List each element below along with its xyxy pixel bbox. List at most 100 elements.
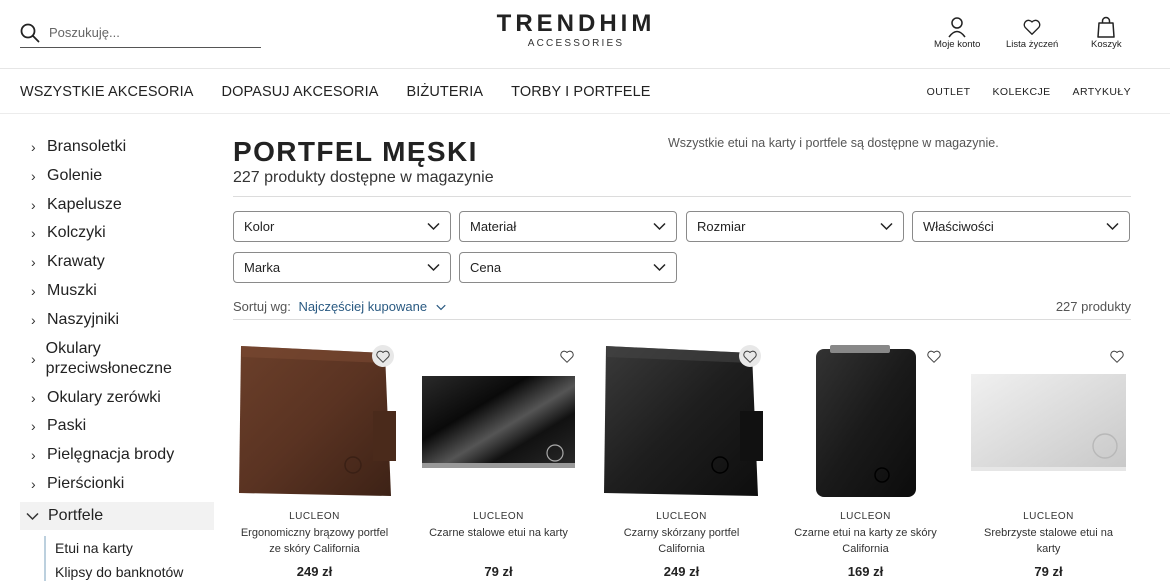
sidebar-item-label: Pielęgnacja brody xyxy=(47,446,175,464)
wishlist-heart-button[interactable] xyxy=(923,345,945,367)
sidebar-item-beard-care[interactable]: › Pielęgnacja brody xyxy=(20,442,214,471)
product-brand: LUCLEON xyxy=(473,511,524,522)
search-input[interactable] xyxy=(49,25,239,40)
filter-properties[interactable]: Właściwości xyxy=(912,211,1130,242)
product-price: 249 zł xyxy=(296,564,333,579)
sidebar-item-belts[interactable]: › Paski xyxy=(20,413,214,442)
sidebar-item-label: Naszyjniki xyxy=(47,310,120,328)
wishlist-heart-button[interactable] xyxy=(372,345,394,367)
product-name[interactable]: Srebrzyste stalowe etui na karty xyxy=(967,526,1130,557)
heart-icon xyxy=(560,350,574,363)
filter-size[interactable]: Rozmiar xyxy=(686,211,904,242)
chevron-right-icon: › xyxy=(31,475,36,492)
bag-icon xyxy=(1097,16,1116,38)
product-card[interactable]: LUCLEON Czarne stalowe etui na karty 79 … xyxy=(417,341,580,579)
sidebar-item-glasses[interactable]: › Okulary zerówki xyxy=(20,385,214,414)
nav-bags-wallets[interactable]: TORBY I PORTFELE xyxy=(511,84,650,100)
filter-color[interactable]: Kolor xyxy=(233,211,451,242)
filter-price[interactable]: Cena xyxy=(459,252,677,283)
chevron-right-icon: › xyxy=(31,311,36,328)
divider xyxy=(233,319,1131,320)
sidebar-item-label: Portfele xyxy=(48,506,104,524)
filter-label: Materiał xyxy=(470,219,517,234)
sidebar-item-label: Okulary przeciwsłoneczne xyxy=(45,339,172,377)
nav-all-accessories[interactable]: WSZYSTKIE AKCESORIA xyxy=(20,84,194,100)
sidebar-item-rings[interactable]: › Pierścionki xyxy=(20,471,214,500)
wishlist-heart-button[interactable] xyxy=(739,345,761,367)
search-icon[interactable] xyxy=(20,23,40,43)
filter-label: Rozmiar xyxy=(697,219,746,234)
sort-dropdown[interactable]: Najczęściej kupowane xyxy=(298,299,446,314)
product-image-silver-card-holder[interactable] xyxy=(967,341,1130,501)
chevron-right-icon: › xyxy=(31,418,36,435)
site-logo[interactable]: TRENDHIM ACCESSORIES xyxy=(486,10,666,50)
chevron-down-icon xyxy=(427,263,440,272)
category-sidebar: › Bransoletki › Golenie › Kapelusze › Kolczy… xyxy=(20,134,214,581)
sidebar-subitem-money-clips[interactable]: Klipsy do banknotów xyxy=(55,560,214,581)
sidebar-item-ties[interactable]: › Krawaty xyxy=(20,249,214,278)
product-price: 79 zł xyxy=(484,564,513,579)
sidebar-item-label: Kolczyki xyxy=(47,224,106,242)
sidebar-item-bow-ties[interactable]: › Muszki xyxy=(20,278,214,307)
wishlist-button[interactable]: Lista życzeń xyxy=(1006,16,1058,50)
product-name[interactable]: Ergonomiczny brązowy portfel ze skóry Ca… xyxy=(233,526,396,557)
sidebar-item-label: Okulary zerówki xyxy=(47,388,161,406)
filter-material[interactable]: Materiał xyxy=(459,211,677,242)
sidebar-item-label: Bransoletki xyxy=(47,138,127,155)
nav-match-accessories[interactable]: DOPASUJ AKCESORIA xyxy=(222,84,379,100)
divider xyxy=(233,196,1131,197)
nav-outlet[interactable]: OUTLET xyxy=(927,86,971,98)
filter-label: Marka xyxy=(244,260,281,275)
sort-value: Najczęściej kupowane xyxy=(298,299,428,314)
product-name[interactable]: Czarny skórzany portfel California xyxy=(600,526,763,557)
sidebar-item-necklaces[interactable]: › Naszyjniki xyxy=(20,307,214,336)
chevron-right-icon: › xyxy=(31,447,36,464)
product-price: 249 zł xyxy=(663,564,700,579)
product-image-brown-wallet[interactable] xyxy=(233,341,396,501)
account-button[interactable]: Moje konto xyxy=(934,16,980,50)
chevron-right-icon: › xyxy=(31,389,36,406)
product-name[interactable]: Czarne stalowe etui na karty xyxy=(417,526,580,557)
heart-icon xyxy=(376,350,390,363)
product-card[interactable]: LUCLEON Czarne etui na karty ze skóry Ca… xyxy=(784,341,947,579)
product-image-black-wallet[interactable] xyxy=(600,341,763,501)
product-card[interactable]: LUCLEON Czarny skórzany portfel Californ… xyxy=(600,341,763,579)
sidebar-subitem-card-holders[interactable]: Etui na karty xyxy=(55,536,214,560)
product-name[interactable]: Czarne etui na karty ze skóry California xyxy=(784,526,947,557)
product-image-black-zip-wallet[interactable] xyxy=(784,341,947,501)
chevron-right-icon: › xyxy=(31,282,36,299)
heart-icon xyxy=(1110,350,1124,363)
chevron-down-icon xyxy=(436,304,446,311)
wishlist-heart-button[interactable] xyxy=(1106,345,1128,367)
sidebar-item-hats[interactable]: › Kapelusze xyxy=(20,192,214,221)
nav-collections[interactable]: KOLEKCJE xyxy=(992,86,1050,98)
product-image-black-card-holder[interactable] xyxy=(417,341,580,501)
filter-brand[interactable]: Marka xyxy=(233,252,451,283)
cart-button[interactable]: Koszyk xyxy=(1091,16,1122,50)
sidebar-item-shaving[interactable]: › Golenie xyxy=(20,163,214,192)
search-bar[interactable] xyxy=(20,18,261,48)
nav-articles[interactable]: ARTYKUŁY xyxy=(1073,86,1131,98)
sidebar-item-earrings[interactable]: › Kolczyki xyxy=(20,220,214,249)
filter-label: Kolor xyxy=(244,219,275,234)
sidebar-item-bracelets[interactable]: › Bransoletki xyxy=(20,134,214,163)
sidebar-subnav: Etui na karty Klipsy do banknotów xyxy=(44,535,214,581)
product-brand: LUCLEON xyxy=(656,511,707,522)
chevron-down-icon xyxy=(880,222,893,231)
product-card[interactable]: LUCLEON Ergonomiczny brązowy portfel ze … xyxy=(233,341,396,579)
wishlist-heart-button[interactable] xyxy=(556,345,578,367)
chevron-down-icon xyxy=(653,222,666,231)
nav-jewelry[interactable]: BIŻUTERIA xyxy=(406,84,483,100)
chevron-down-icon xyxy=(653,263,666,272)
sidebar-item-wallets[interactable]: Portfele xyxy=(20,501,214,530)
total-products: 227 produkty xyxy=(1055,299,1131,314)
logo-brand: TRENDHIM xyxy=(496,10,656,37)
sidebar-item-sunglasses[interactable]: › Okulary przeciwsłoneczne xyxy=(20,336,214,385)
product-listing: PORTFEL MĘSKI 227 produkty dostępne w ma… xyxy=(233,134,1131,320)
stock-notice: Wszystkie etui na karty i portfele są do… xyxy=(668,136,999,150)
sort-label: Sortuj wg: xyxy=(233,299,291,314)
product-card[interactable]: LUCLEON Srebrzyste stalowe etui na karty… xyxy=(967,341,1130,579)
filter-label: Cena xyxy=(470,260,502,275)
sidebar-item-label: Krawaty xyxy=(47,253,105,271)
wishlist-label: Lista życzeń xyxy=(1006,39,1059,50)
